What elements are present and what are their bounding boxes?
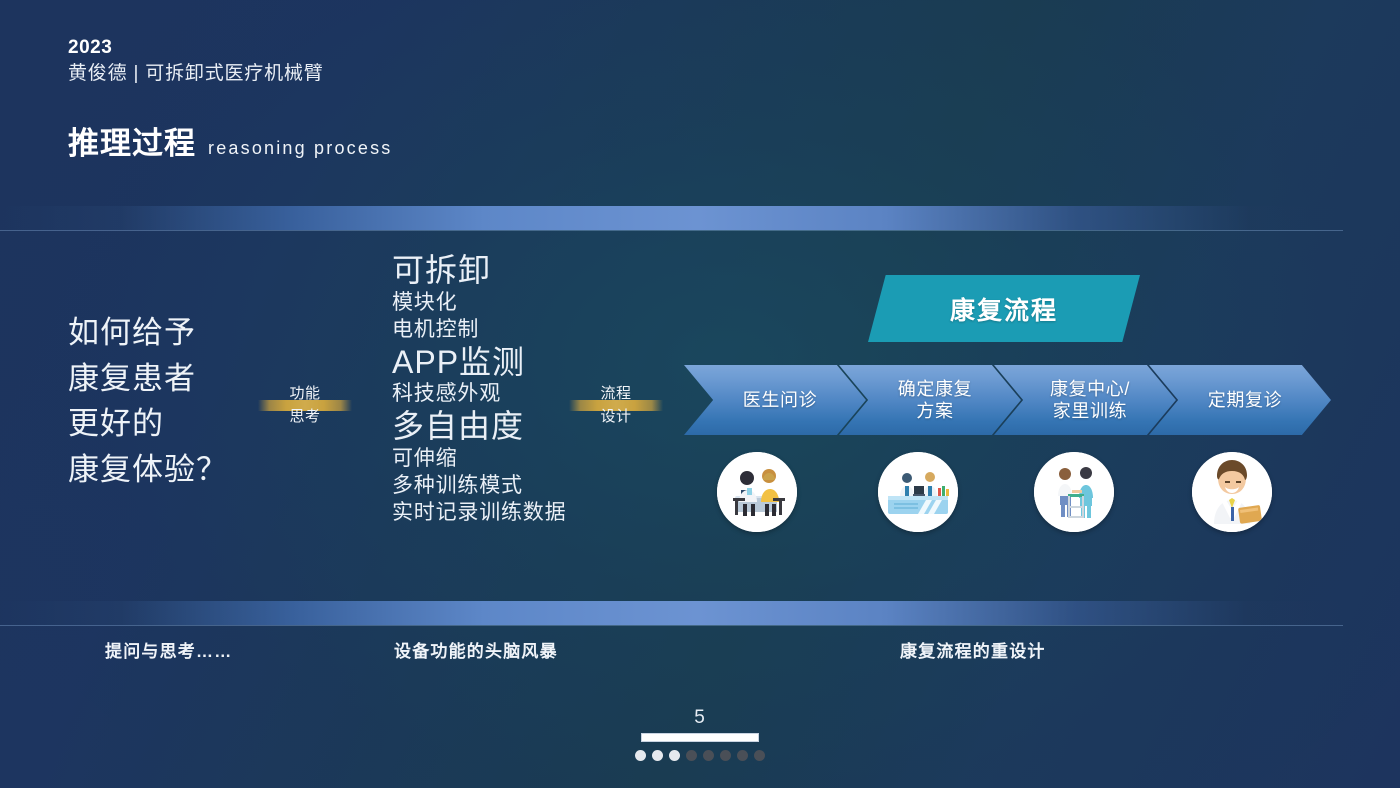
- flow-step-4[interactable]: 定期复诊: [1149, 365, 1331, 435]
- divider-band-top: [0, 206, 1343, 230]
- reception-counter-icon: [878, 452, 958, 532]
- doctor-clipboard-icon: [1192, 452, 1272, 532]
- slide-footer: 5: [0, 708, 1400, 761]
- process-flow: 医生问诊 确定康复 方案 康复中心/ 家里训练 定期复诊: [684, 365, 1331, 435]
- caption-left: 提问与思考……: [105, 642, 233, 661]
- page-dot[interactable]: [652, 750, 663, 761]
- slide-canvas: 2023 黄俊德 | 可拆卸式医疗机械臂 推理过程 reasoning proc…: [0, 0, 1400, 788]
- connector-line-1: 功能: [289, 385, 321, 402]
- flow-step-3[interactable]: 康复中心/ 家里训练: [994, 365, 1176, 435]
- flow-icon-row: [684, 452, 1324, 536]
- feature-item: 模块化: [392, 290, 458, 314]
- header-author-line: 黄俊德 | 可拆卸式医疗机械臂: [68, 62, 324, 84]
- flow-step-label: 医生问诊: [742, 389, 818, 410]
- flow-step-2[interactable]: 确定康复 方案: [839, 365, 1021, 435]
- page-dots[interactable]: [635, 750, 765, 761]
- walker-training-icon: [1034, 452, 1114, 532]
- flow-step-label: 康复中心/ 家里训练: [1049, 378, 1130, 422]
- page-dot[interactable]: [669, 750, 680, 761]
- connector-line-1: 流程: [600, 385, 632, 402]
- progress-bar: [641, 733, 759, 742]
- flow-step-label: 定期复诊: [1207, 389, 1283, 410]
- header-year: 2023: [68, 37, 113, 58]
- page-dot[interactable]: [635, 750, 646, 761]
- rehab-process-banner: 康复流程: [868, 275, 1140, 342]
- connector-line-2: 思考: [289, 408, 321, 426]
- feature-item: 实时记录训练数据: [392, 500, 567, 524]
- page-dot[interactable]: [720, 750, 731, 761]
- feature-item: 多自由度: [392, 408, 525, 445]
- page-title-cn: 推理过程: [68, 126, 196, 161]
- caption-right: 康复流程的重设计: [900, 642, 1046, 661]
- page-title: 推理过程 reasoning process: [68, 128, 393, 159]
- rehab-process-banner-label: 康复流程: [949, 296, 1058, 325]
- flow-step-label: 确定康复 方案: [897, 378, 973, 422]
- page-number: 5: [694, 707, 706, 728]
- feature-item: 电机控制: [392, 317, 480, 341]
- feature-item: 科技感外观: [392, 382, 501, 406]
- connector-label-process: 流程 设计: [569, 382, 663, 429]
- flow-step-1[interactable]: 医生问诊: [684, 365, 866, 435]
- feature-item: APP监测: [392, 343, 526, 380]
- divider-band-bottom: [0, 601, 1343, 625]
- doctor-consultation-icon: [717, 452, 797, 532]
- caption-middle: 设备功能的头脑风暴: [394, 642, 558, 661]
- feature-list: 可拆卸 模块化 电机控制 APP监测 科技感外观 多自由度 可伸缩 多种训练模式…: [392, 252, 566, 527]
- feature-item: 可伸缩: [392, 446, 458, 470]
- feature-item: 可拆卸: [392, 252, 492, 288]
- slide-header: 2023 黄俊德 | 可拆卸式医疗机械臂: [68, 36, 324, 88]
- question-text: 如何给予 康复患者 更好的 康复体验？: [68, 315, 228, 487]
- connector-line-2: 设计: [600, 408, 632, 426]
- page-dot[interactable]: [754, 750, 765, 761]
- page-dot[interactable]: [703, 750, 714, 761]
- feature-item: 多种训练模式: [392, 473, 523, 497]
- page-dot[interactable]: [737, 750, 748, 761]
- page-dot[interactable]: [686, 750, 697, 761]
- page-title-en: reasoning process: [208, 138, 393, 158]
- connector-label-function: 功能 思考: [258, 382, 352, 429]
